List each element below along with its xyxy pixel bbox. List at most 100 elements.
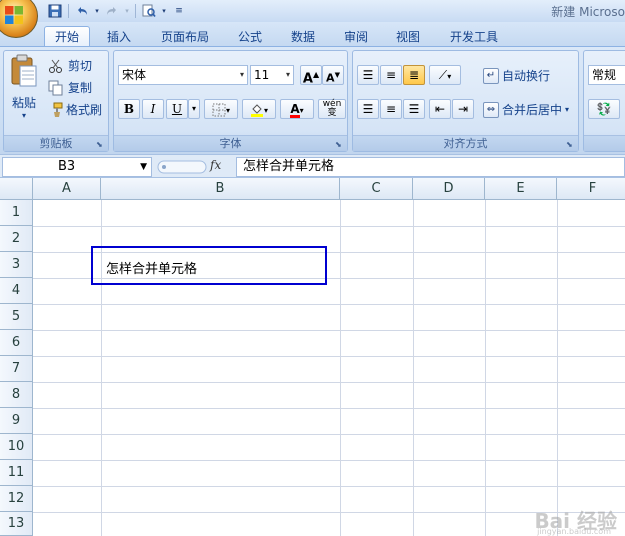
tab-home[interactable]: 开始: [44, 26, 90, 46]
tab-developer[interactable]: 开发工具: [442, 26, 506, 46]
window-title: 新建 Microso: [551, 5, 625, 19]
formula-bar: B3 ▼ fx 怎样合并单元格: [0, 154, 625, 178]
row-header-10[interactable]: 10: [0, 434, 33, 460]
number-format-combo[interactable]: 常规: [588, 65, 625, 85]
column-header-b[interactable]: B: [101, 178, 340, 200]
bold-button[interactable]: B: [118, 99, 140, 119]
row-header-8[interactable]: 8: [0, 382, 33, 408]
font-launcher-icon[interactable]: ⬊: [335, 140, 344, 149]
redo-icon[interactable]: [103, 3, 121, 19]
column-header-d[interactable]: D: [413, 178, 485, 200]
tab-page-layout[interactable]: 页面布局: [154, 26, 216, 46]
row-header-13[interactable]: 13: [0, 512, 33, 536]
wrap-text-button[interactable]: ↵ 自动换行: [483, 67, 550, 84]
tab-data[interactable]: 数据: [283, 26, 323, 46]
row-header-5[interactable]: 5: [0, 304, 33, 330]
font-color-button[interactable]: A▾: [280, 99, 314, 119]
row-header-4[interactable]: 4: [0, 278, 33, 304]
increase-indent-button[interactable]: ⇥: [452, 99, 474, 119]
row-header-9[interactable]: 9: [0, 408, 33, 434]
redo-dropdown-icon[interactable]: ▾: [123, 3, 131, 19]
customize-icon[interactable]: ≡: [170, 3, 188, 19]
decrease-indent-button[interactable]: ⇤: [429, 99, 451, 119]
cut-icon: [49, 59, 62, 73]
column-header-c[interactable]: C: [340, 178, 413, 200]
align-middle-button[interactable]: ≡: [380, 65, 402, 85]
font-name-dropdown-icon[interactable]: ▾: [240, 66, 244, 84]
paste-button[interactable]: 粘贴 ▾: [6, 54, 42, 128]
format-painter-button[interactable]: 格式刷: [48, 101, 102, 118]
formula-controls: fx: [156, 158, 234, 176]
align-center-button[interactable]: ≡: [380, 99, 402, 119]
font-size-combo[interactable]: 11 ▾: [250, 65, 294, 85]
wrap-text-icon: ↵: [483, 67, 499, 84]
formula-input[interactable]: 怎样合并单元格: [236, 157, 625, 177]
orientation-button[interactable]: ⟋▾: [429, 65, 461, 85]
clipboard-group-label: 剪贴板: [4, 135, 108, 151]
column-header-f[interactable]: F: [557, 178, 625, 200]
row-header-12[interactable]: 12: [0, 486, 33, 512]
merge-center-button[interactable]: ⇔ 合并后居中 ▾: [483, 101, 569, 118]
undo-dropdown-icon[interactable]: ▾: [93, 3, 101, 19]
underline-dropdown-icon[interactable]: ▾: [188, 99, 200, 119]
print-preview-icon[interactable]: [140, 3, 158, 19]
phonetic-button[interactable]: wén 变: [318, 99, 346, 119]
name-box[interactable]: B3 ▼: [2, 157, 152, 177]
formula-bar-slider-icon[interactable]: [156, 158, 208, 176]
tab-formulas[interactable]: 公式: [230, 26, 270, 46]
alignment-launcher-icon[interactable]: ⬊: [566, 140, 575, 149]
qat-separator: [68, 4, 69, 18]
accounting-format-icon: 💱: [596, 102, 612, 116]
align-top-button[interactable]: ☰: [357, 65, 379, 85]
underline-button[interactable]: U: [166, 99, 188, 119]
font-size-dropdown-icon[interactable]: ▾: [286, 66, 290, 84]
grow-font-button[interactable]: A▲: [300, 65, 322, 86]
font-name-combo[interactable]: 宋体 ▾: [118, 65, 248, 85]
row-header-6[interactable]: 6: [0, 330, 33, 356]
title-bar: ▾ ▾ ▾ ≡ 新建 Microso: [0, 0, 625, 22]
align-right-icon: ☰: [408, 102, 420, 116]
column-header-e[interactable]: E: [485, 178, 557, 200]
tab-review[interactable]: 审阅: [336, 26, 376, 46]
clipboard-launcher-icon[interactable]: ⬊: [96, 140, 105, 149]
row-header-1[interactable]: 1: [0, 200, 33, 226]
number-format-value: 常规: [592, 68, 617, 82]
borders-button[interactable]: ▾: [204, 99, 238, 119]
format-painter-icon: [53, 102, 63, 117]
tab-insert[interactable]: 插入: [98, 26, 140, 46]
save-icon[interactable]: [46, 3, 64, 19]
gridline: [33, 382, 625, 383]
cut-button[interactable]: 剪切: [48, 57, 92, 74]
merge-center-dropdown-icon[interactable]: ▾: [565, 105, 569, 114]
row-header-7[interactable]: 7: [0, 356, 33, 382]
qat-dropdown-icon[interactable]: ▾: [160, 3, 168, 19]
row-header-3[interactable]: 3: [0, 252, 33, 278]
undo-icon[interactable]: [73, 3, 91, 19]
gridline: [33, 434, 625, 435]
gridline: [33, 460, 625, 461]
name-box-dropdown-icon[interactable]: ▼: [140, 158, 147, 176]
gridline: [33, 408, 625, 409]
accounting-format-button[interactable]: 💱: [588, 99, 620, 119]
italic-button[interactable]: I: [142, 99, 164, 119]
row-header-11[interactable]: 11: [0, 460, 33, 486]
shrink-font-button[interactable]: A▼: [322, 65, 344, 85]
column-header-a[interactable]: A: [33, 178, 101, 200]
copy-button[interactable]: 复制: [48, 79, 92, 96]
select-all-corner[interactable]: [0, 178, 33, 200]
paste-icon: [11, 54, 37, 87]
wrap-text-label: 自动换行: [502, 69, 551, 83]
align-right-button[interactable]: ☰: [403, 99, 425, 119]
align-left-button[interactable]: ☰: [357, 99, 379, 119]
fill-color-button[interactable]: ▾: [242, 99, 276, 119]
tab-view[interactable]: 视图: [388, 26, 428, 46]
align-middle-icon: ≡: [385, 68, 397, 82]
merge-center-icon: ⇔: [483, 101, 499, 118]
baidu-watermark-url: jingyan.baidu.com: [537, 527, 611, 536]
paste-label: 粘贴: [11, 96, 36, 110]
paste-dropdown-icon: ▾: [21, 111, 26, 120]
insert-function-button[interactable]: fx: [210, 158, 221, 172]
alignment-group-label: 对齐方式: [353, 135, 578, 151]
row-header-2[interactable]: 2: [0, 226, 33, 252]
align-bottom-button[interactable]: ≣: [403, 65, 425, 85]
